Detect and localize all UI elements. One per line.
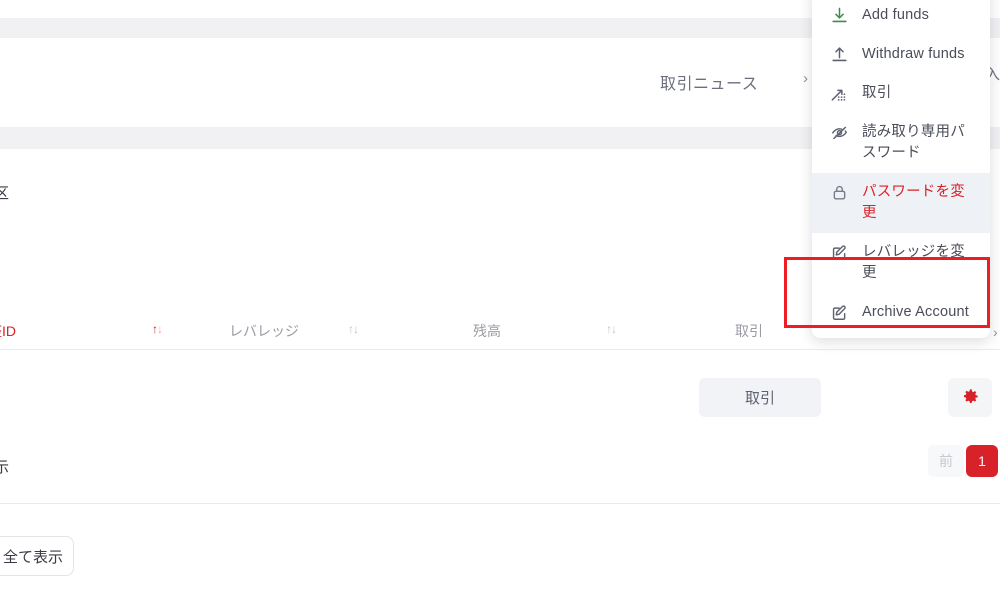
clipped-show-text: 示 [0, 459, 10, 476]
pagination-page-1-button[interactable]: 1 [966, 445, 998, 477]
trading-news-link[interactable]: 取引ニュース [660, 70, 758, 94]
sort-icon-balance[interactable]: ↑↓ [606, 322, 617, 336]
footer-divider [0, 503, 1000, 504]
column-header-balance[interactable]: 残高 [473, 321, 501, 341]
menu-item-label: 取引 [862, 85, 892, 101]
menu-item-label: Archive Account [862, 304, 969, 320]
menu-item-archive-account[interactable]: Archive Account [812, 293, 990, 332]
menu-item-trade[interactable]: 取引 [812, 74, 990, 113]
menu-item-label: Add funds [862, 7, 930, 23]
account-actions-menu: Add funds Withdraw funds 取引 読み取り専用パスワード … [812, 0, 990, 338]
lock-icon [830, 183, 849, 202]
column-header-trade: 取引 [735, 323, 763, 339]
edit-square-icon [830, 303, 849, 322]
chevron-right-icon[interactable]: › [803, 70, 808, 87]
clipped-ward-text: 区 [0, 185, 10, 202]
menu-item-withdraw-funds[interactable]: Withdraw funds [812, 35, 990, 74]
download-arrow-icon [830, 6, 849, 25]
menu-item-label: レバレッジを変更 [862, 244, 965, 281]
gear-icon [961, 387, 980, 409]
table-header-divider [0, 349, 1000, 350]
trade-chart-icon [830, 84, 849, 103]
show-all-button[interactable]: 全て表示 [0, 536, 74, 576]
menu-item-change-leverage[interactable]: レバレッジを変更 [812, 233, 990, 293]
pagination-prev-button[interactable]: 前 [928, 445, 964, 477]
menu-item-label: Withdraw funds [862, 46, 965, 62]
sort-icon-leverage[interactable]: ↑↓ [348, 322, 359, 336]
trade-button[interactable]: 取引 [699, 378, 821, 417]
upload-arrow-icon [830, 45, 849, 64]
menu-item-label: パスワードを変更 [862, 184, 965, 221]
app-screen: 取引ニュース › 入 区 示 座ID ↑↓ レバレッジ ↑↓ 残高 ↑↓ 取引 … [0, 0, 1000, 600]
eye-off-icon [830, 123, 849, 142]
settings-gear-button[interactable] [948, 378, 992, 417]
edit-square-icon [830, 243, 849, 262]
menu-item-readonly-password[interactable]: 読み取り専用パスワード [812, 113, 990, 173]
column-header-leverage[interactable]: レバレッジ [229, 321, 299, 341]
menu-item-label: 読み取り専用パスワード [862, 124, 965, 161]
chevron-right-icon-side[interactable]: › [993, 324, 998, 340]
sort-icon-account-id[interactable]: ↑↓ [152, 322, 163, 336]
menu-item-add-funds[interactable]: Add funds [812, 0, 990, 35]
column-header-account-id[interactable]: 座ID [0, 321, 16, 341]
menu-item-change-password[interactable]: パスワードを変更 [812, 173, 990, 233]
